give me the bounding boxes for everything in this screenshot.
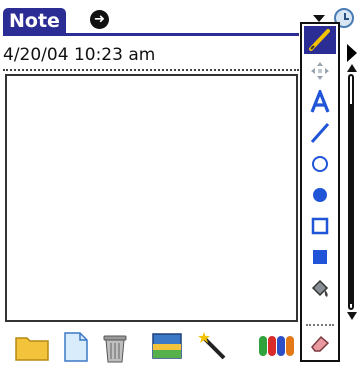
chevron-down-icon[interactable] (313, 15, 325, 22)
bottom-toolbar (0, 326, 300, 366)
tool-line[interactable] (304, 119, 336, 147)
scroll-down-icon[interactable] (347, 312, 357, 320)
circle-outline-icon (312, 156, 328, 172)
tool-circle-filled[interactable] (304, 181, 336, 209)
folder-icon[interactable] (14, 330, 50, 362)
magic-wand-icon[interactable] (196, 330, 230, 362)
tool-square-outline[interactable] (304, 212, 336, 240)
tool-eraser[interactable] (304, 329, 336, 357)
tool-palette (300, 22, 340, 362)
timestamp-underline (3, 69, 299, 71)
text-a-icon (310, 90, 330, 113)
square-outline-icon (311, 217, 329, 235)
scroll-thumb[interactable] (350, 104, 352, 304)
eraser-icon (311, 335, 330, 352)
expand-arrow-icon[interactable] (347, 44, 357, 62)
drawing-canvas[interactable] (5, 74, 298, 322)
tool-circle-outline[interactable] (304, 150, 336, 178)
square-filled-icon (313, 250, 327, 264)
title-rule (3, 33, 299, 36)
line-icon (310, 123, 330, 143)
tool-separator (306, 324, 334, 326)
trash-icon[interactable] (100, 330, 130, 364)
paint-bucket-icon (311, 279, 329, 297)
circle-filled-icon (313, 188, 327, 202)
info-icon[interactable]: ➜ (90, 10, 109, 29)
scroll-up-icon[interactable] (347, 64, 357, 72)
tool-fill[interactable] (304, 274, 336, 302)
color-palette-icon[interactable] (256, 330, 296, 360)
tool-square-filled[interactable] (304, 243, 336, 271)
tool-text[interactable] (304, 88, 336, 116)
pencil-icon (309, 29, 330, 51)
app-title[interactable]: Note (3, 8, 66, 34)
note-timestamp: 4/20/04 10:23 am (3, 45, 156, 65)
tool-pencil[interactable] (304, 26, 336, 54)
scrollbar[interactable] (346, 64, 358, 322)
move-arrows-icon (311, 62, 329, 80)
background-image-icon[interactable] (150, 330, 184, 362)
tool-move[interactable] (304, 57, 336, 85)
new-document-icon[interactable] (62, 330, 90, 364)
